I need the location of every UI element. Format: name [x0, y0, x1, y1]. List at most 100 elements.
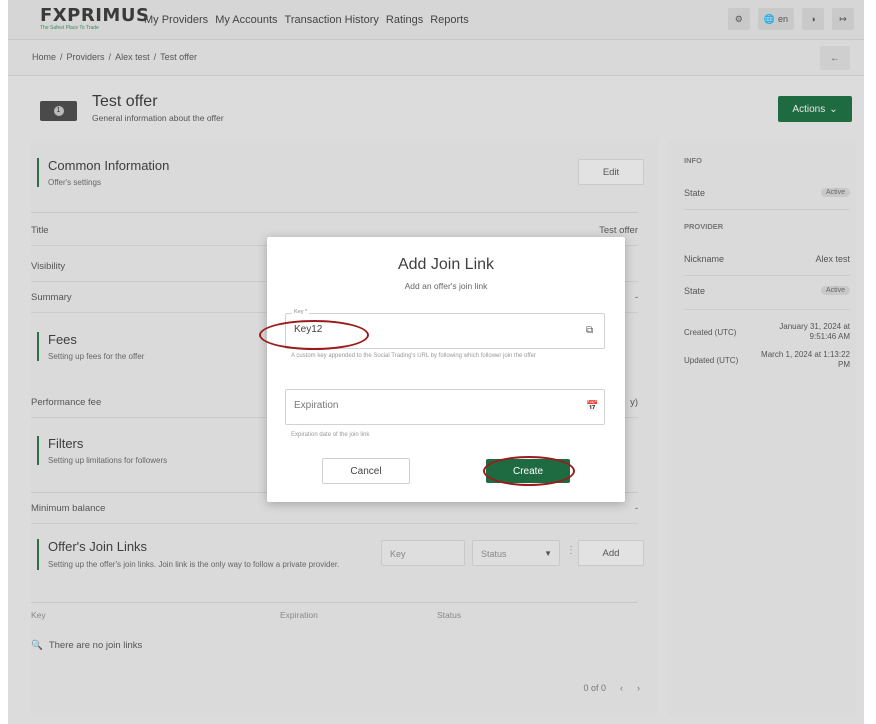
breadcrumb-provider[interactable]: Alex test [115, 52, 150, 62]
updated-label: Updated (UTC) [684, 356, 739, 365]
nav-reports[interactable]: Reports [430, 14, 469, 26]
state-badge: Active [820, 188, 850, 197]
nickname-label: Nickname [684, 254, 725, 264]
filters-header: Filters Setting up limitations for follo… [37, 436, 167, 465]
chevron-down-icon: ⌄ [829, 103, 838, 115]
breadcrumb: Home / Providers / Alex test / Test offe… [32, 52, 197, 62]
breadcrumb-bar: Home / Providers / Alex test / Test offe… [8, 40, 864, 76]
nav-my-accounts[interactable]: My Accounts [215, 14, 277, 26]
logout-button[interactable]: ↦ [832, 8, 854, 30]
page-header: 1 Test offer General information about t… [8, 76, 864, 140]
cancel-button[interactable]: Cancel [322, 458, 410, 484]
key-input[interactable] [294, 324, 564, 335]
row-value: - [634, 503, 638, 514]
updated-value: March 1, 2024 at 1:13:22 PM [761, 350, 850, 369]
fees-title: Fees [48, 332, 77, 347]
join-link-key-filter[interactable]: Key [381, 540, 465, 566]
back-button[interactable]: ← [820, 46, 850, 70]
provider-state-row: State Active [684, 286, 850, 310]
dialog-title: Add Join Link [397, 256, 495, 273]
pagination-count: 0 of 0 [583, 683, 606, 693]
info-state-row: State Active [684, 188, 850, 210]
breadcrumb-separator: / [108, 52, 112, 62]
row-value: Test offer [599, 225, 638, 236]
dialog-subtitle: Add an offer's join link [404, 281, 488, 291]
join-links-title: Offer's Join Links [48, 539, 148, 554]
nav-my-providers[interactable]: My Providers [144, 14, 208, 26]
nickname-row: Nickname Alex test [684, 254, 850, 276]
state-label: State [684, 188, 706, 198]
main-nav: My Providers My Accounts Transaction His… [144, 14, 469, 26]
nav-actions: ⚙ 🌐 en ◑ ↦ [727, 8, 854, 30]
offer-banknote-icon: 1 [40, 101, 77, 121]
edit-label: Edit [602, 166, 620, 178]
row-value: - [634, 292, 638, 303]
breadcrumb-separator: / [153, 52, 157, 62]
add-label: Add [602, 547, 620, 559]
expiration-input[interactable] [294, 400, 564, 411]
globe-icon: 🌐 [763, 13, 775, 24]
created-row: Created (UTC) January 31, 2024 at 9:51:4… [684, 322, 850, 346]
language-button[interactable]: 🌐 en [757, 8, 794, 30]
calendar-icon[interactable]: 📅 [586, 401, 598, 413]
nav-ratings[interactable]: Ratings [386, 14, 423, 26]
join-links-header: Offer's Join Links Setting up the offer'… [37, 539, 382, 570]
nav-transaction-history[interactable]: Transaction History [285, 14, 379, 26]
copy-icon[interactable]: ⧉ [586, 325, 596, 337]
brand-tagline: The Safest Place To Trade [40, 25, 99, 31]
pagination: 0 of 0 ‹ › [583, 683, 640, 693]
fees-subtitle: Setting up fees for the offer [48, 352, 145, 361]
more-options-icon[interactable]: ⋮ [566, 545, 576, 556]
theme-toggle-button[interactable]: ◑ [802, 8, 824, 30]
row-label: Performance fee [31, 397, 102, 408]
create-button[interactable]: Create [486, 459, 570, 483]
arrow-left-icon: ← [830, 52, 840, 64]
breadcrumb-separator: / [60, 52, 63, 62]
key-field: Key * ⧉ [285, 309, 605, 349]
language-label: en [777, 14, 788, 24]
divider [31, 602, 638, 603]
brand-name: FXPRIMUS [40, 5, 150, 26]
col-expiration: Expiration [280, 610, 318, 620]
logout-icon: ↦ [839, 13, 847, 24]
search-icon: 🔍 [31, 640, 43, 651]
updated-row: Updated (UTC) March 1, 2024 at 1:13:22 P… [684, 350, 850, 380]
created-value: January 31, 2024 at 9:51:46 AM [779, 322, 850, 341]
key-field-label: Key * [292, 309, 310, 315]
divider [31, 212, 638, 213]
banknote-digit: 1 [53, 106, 64, 116]
row-label: Minimum balance [31, 503, 106, 514]
provider-state-label: State [684, 286, 706, 296]
page-subtitle: General information about the offer [92, 113, 224, 123]
caret-down-icon: ▼ [544, 549, 552, 558]
gear-icon: ⚙ [734, 13, 743, 24]
settings-button[interactable]: ⚙ [727, 8, 750, 30]
join-link-status-filter[interactable]: Status ▼ [472, 540, 560, 566]
breadcrumb-providers[interactable]: Providers [67, 52, 105, 62]
add-join-link-dialog: Add Join Link Add an offer's join link K… [267, 237, 625, 502]
info-side-panel: INFO State Active PROVIDER Nickname Alex… [668, 140, 856, 715]
col-status: Status [437, 610, 462, 620]
expiration-field: 📅 [285, 389, 605, 425]
row-label: Summary [31, 292, 72, 303]
common-info-title: Common Information [48, 158, 170, 173]
row-label: Title [31, 225, 49, 236]
empty-state-text: There are no join links [48, 640, 143, 651]
filters-title: Filters [48, 436, 84, 451]
breadcrumb-home[interactable]: Home [32, 52, 56, 62]
create-label: Create [512, 465, 543, 477]
next-page-icon[interactable]: › [637, 683, 640, 693]
join-links-subtitle: Setting up the offer's join links. Join … [48, 560, 340, 569]
provider-caption: PROVIDER [684, 222, 724, 231]
prev-page-icon[interactable]: ‹ [620, 683, 623, 693]
created-label: Created (UTC) [684, 328, 737, 337]
provider-state-badge: Active [820, 286, 850, 295]
brand-logo[interactable]: FXPRIMUS The Safest Place To Trade [40, 5, 150, 35]
key-hint: A custom key appended to the Social Trad… [291, 353, 536, 359]
actions-button[interactable]: Actions ⌄ [778, 96, 852, 122]
add-join-link-button[interactable]: Add [578, 540, 644, 566]
fees-header: Fees Setting up fees for the offer [37, 332, 144, 361]
nickname-value: Alex test [815, 254, 850, 264]
breadcrumb-current: Test offer [160, 52, 197, 62]
edit-common-button[interactable]: Edit [578, 159, 644, 185]
